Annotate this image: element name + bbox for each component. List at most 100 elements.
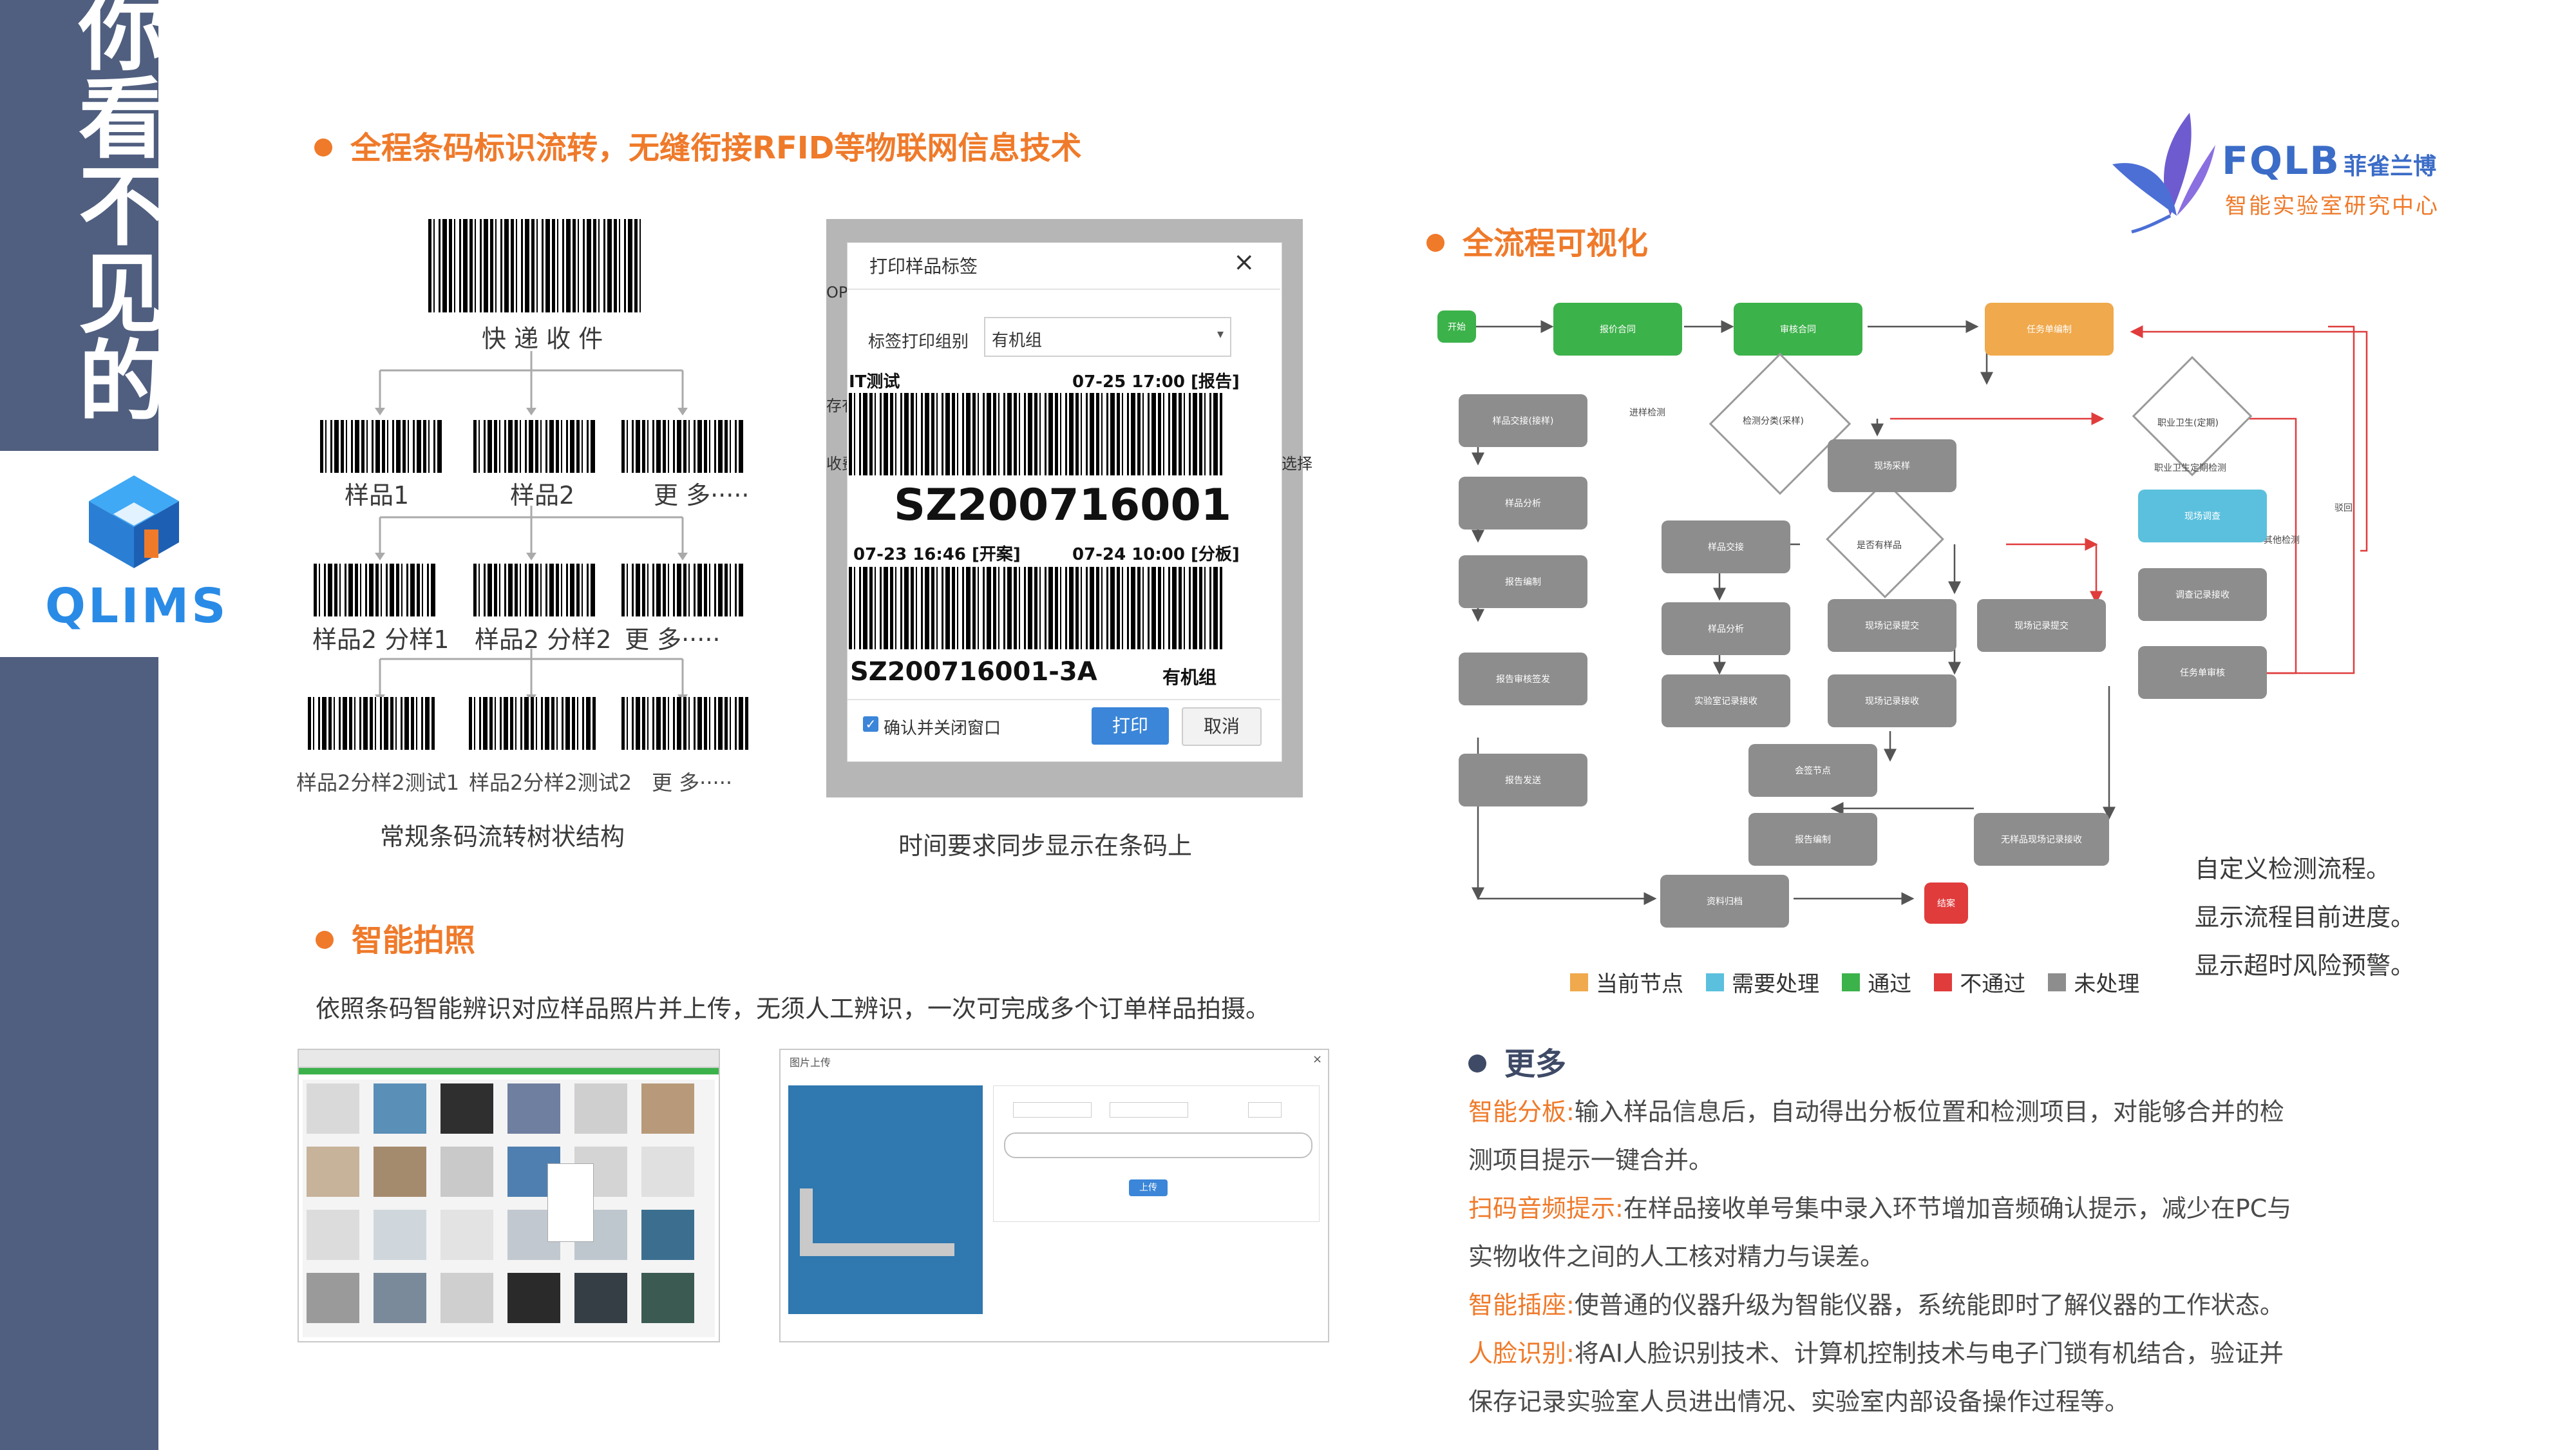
dialog-title: 打印样品标签 bbox=[869, 256, 978, 277]
photo-window-progress bbox=[299, 1068, 719, 1074]
tree-l3-1: 样品2分样2测试1 bbox=[296, 770, 460, 795]
flow-node-survey-record[interactable]: 调查记录接收 bbox=[2138, 568, 2267, 621]
label-time-left: 07-23 16:46 [开案] bbox=[853, 545, 1021, 564]
flow-node-task-compile[interactable]: 任务单编制 bbox=[1985, 303, 2114, 356]
tree-l2-3: 更 多····· bbox=[625, 625, 721, 654]
logo-name: FQLB bbox=[2222, 138, 2340, 184]
barcode-l1-1 bbox=[320, 420, 442, 473]
flow-node-quote-contract[interactable]: 报价合同 bbox=[1553, 303, 1682, 356]
more-item-1-cont: 测项目提示一键合并。 bbox=[1468, 1146, 1714, 1174]
close-checkbox[interactable]: ✓ bbox=[863, 716, 878, 732]
vertical-title: 你 看 不 见 的 bbox=[79, 0, 166, 434]
flow-node-report-compile-2[interactable]: 报告编制 bbox=[1748, 813, 1877, 866]
edge-label-other: 其他检测 bbox=[2264, 535, 2300, 546]
flow-node-sample-intake[interactable]: 样品交接 bbox=[1662, 520, 1790, 573]
barcode-l1-3 bbox=[621, 420, 744, 473]
upload-field-3[interactable] bbox=[1248, 1102, 1282, 1118]
tree-l3-3: 更 多····· bbox=[652, 770, 733, 795]
tree-l1-1: 样品1 bbox=[345, 481, 410, 510]
tree-caption: 常规条码流转树状结构 bbox=[380, 823, 625, 851]
flow-node-countersign[interactable]: 会签节点 bbox=[1748, 744, 1877, 797]
tree-connectors bbox=[375, 351, 688, 702]
label-group-sub: 有机组 bbox=[1162, 667, 1217, 688]
flow-node-no-sample-record[interactable]: 无样品现场记录接收 bbox=[1974, 813, 2109, 866]
upload-preview-image bbox=[788, 1085, 983, 1314]
photo-window-titlebar bbox=[299, 1050, 719, 1068]
close-checkbox-label: 确认并关闭窗口 bbox=[884, 719, 1001, 738]
flow-node-task-review[interactable]: 任务单审核 bbox=[2138, 646, 2267, 699]
more-item-2-cont: 实物收件之间的人工核对精力与误差。 bbox=[1468, 1243, 1885, 1271]
flow-node-sample-handover[interactable]: 样品交接(接样) bbox=[1459, 394, 1587, 447]
label-topleft: IT测试 bbox=[849, 372, 900, 392]
flow-node-review-contract[interactable]: 审核合同 bbox=[1734, 303, 1862, 356]
legend-needs-action: 需要处理 bbox=[1706, 966, 1819, 998]
barcode-l3-3 bbox=[621, 697, 750, 750]
legend-failed: 不通过 bbox=[1934, 966, 2025, 998]
chevron-down-icon: ▾ bbox=[1217, 326, 1224, 341]
flow-node-report-review[interactable]: 报告审核签发 bbox=[1459, 653, 1587, 705]
flow-node-sample-analysis-2[interactable]: 样品分析 bbox=[1662, 602, 1790, 655]
label-barcode-main bbox=[849, 393, 1222, 475]
barcode-l2-3 bbox=[621, 564, 744, 616]
flow-node-field-record-submit-2[interactable]: 现场记录提交 bbox=[1977, 599, 2106, 652]
flow-node-field-record-receive[interactable]: 现场记录接收 bbox=[1828, 674, 1956, 727]
fqlb-bird-logo-icon bbox=[2112, 113, 2215, 234]
flow-note-1: 自定义检测流程。 bbox=[2195, 855, 2391, 883]
flow-node-end[interactable]: 结案 bbox=[1924, 882, 1968, 924]
flow-node-report-compile[interactable]: 报告编制 bbox=[1459, 555, 1587, 608]
upload-close-icon[interactable]: × bbox=[1312, 1053, 1322, 1066]
more-section-title: 更多 bbox=[1468, 1038, 1566, 1083]
barcode-l2-1 bbox=[314, 564, 436, 616]
flow-node-report-send[interactable]: 报告发送 bbox=[1459, 754, 1587, 806]
cancel-button[interactable]: 取消 bbox=[1182, 707, 1262, 746]
flow-node-archive[interactable]: 资料归档 bbox=[1660, 875, 1789, 928]
barcode-l1-2 bbox=[473, 420, 596, 473]
photo-section-title: 智能拍照 bbox=[316, 915, 475, 960]
flow-node-field-sampling[interactable]: 现场采样 bbox=[1828, 439, 1956, 492]
photo-grid-screenshot bbox=[298, 1049, 720, 1342]
photo-context-menu bbox=[547, 1163, 594, 1242]
tree-l1-3: 更 多····· bbox=[654, 481, 750, 510]
dialog-close-icon[interactable]: × bbox=[1233, 247, 1255, 277]
print-button[interactable]: 打印 bbox=[1092, 707, 1169, 745]
cube-logo-icon bbox=[89, 475, 179, 568]
flow-node-start[interactable]: 开始 bbox=[1437, 310, 1476, 343]
logo-subtitle: 智能实验室研究中心 bbox=[2225, 193, 2439, 219]
flow-section-title: 全流程可视化 bbox=[1426, 218, 1648, 263]
dialog-caption: 时间要求同步显示在条码上 bbox=[898, 832, 1193, 860]
bullet-icon bbox=[316, 931, 334, 949]
label-code-sub: SZ200716001-3A bbox=[850, 657, 1097, 687]
more-item-4-cont: 保存记录实验室人员进出情况、实验室内部设备操作过程等。 bbox=[1468, 1388, 2130, 1416]
bullet-icon bbox=[1468, 1054, 1486, 1073]
more-item-3: 智能插座:使普通的仪器升级为智能仪器，系统能即时了解仪器的工作状态。 bbox=[1468, 1291, 2284, 1319]
bullet-icon bbox=[314, 138, 332, 157]
flow-note-2: 显示流程目前进度。 bbox=[2195, 903, 2416, 931]
upload-field-2[interactable] bbox=[1110, 1102, 1188, 1118]
logo-name-row: FQLB 菲雀兰博 bbox=[2222, 138, 2436, 184]
photo-thumb-grid bbox=[303, 1080, 715, 1337]
upload-drop-area[interactable] bbox=[1004, 1132, 1312, 1158]
flow-node-lab-record-receive[interactable]: 实验室记录接收 bbox=[1662, 674, 1790, 727]
flow-node-field-record-submit[interactable]: 现场记录提交 bbox=[1828, 599, 1956, 652]
more-item-4: 人脸识别:将AI人脸识别技术、计算机控制技术与电子门锁有机结合，验证并 bbox=[1468, 1339, 2284, 1368]
flow-node-sample-analysis[interactable]: 样品分析 bbox=[1459, 477, 1587, 529]
upload-field-1[interactable] bbox=[1013, 1102, 1092, 1118]
flow-node-field-survey[interactable]: 现场调查 bbox=[2138, 490, 2267, 542]
group-select[interactable]: 有机组 ▾ bbox=[984, 317, 1231, 357]
upload-form-panel: 上传 bbox=[993, 1085, 1320, 1222]
left-band-bottom bbox=[0, 657, 158, 1450]
bullet-icon bbox=[1426, 234, 1444, 252]
barcode-l3-1 bbox=[308, 697, 437, 750]
edge-label-intake: 进样检测 bbox=[1629, 408, 1665, 418]
dialog-footer-divider bbox=[848, 699, 1280, 700]
upload-window-title: 图片上传 bbox=[790, 1056, 831, 1069]
dialog-bg-text-4: 选择 bbox=[1282, 455, 1312, 473]
tree-root-label: 快 递 收 件 bbox=[482, 325, 603, 353]
upload-button[interactable]: 上传 bbox=[1129, 1179, 1168, 1196]
qlims-brand: QLIMS bbox=[45, 578, 229, 634]
dialog-divider bbox=[848, 289, 1280, 290]
tree-l2-1: 样品2 分样1 bbox=[312, 625, 450, 654]
more-item-1: 智能分板:输入样品信息后，自动得出分板位置和检测项目，对能够合并的检 bbox=[1468, 1098, 2284, 1126]
flow-diamond-occupational-label: 职业卫生(定期) bbox=[2157, 418, 2219, 428]
flow-note-3: 显示超时风险预警。 bbox=[2195, 951, 2416, 980]
